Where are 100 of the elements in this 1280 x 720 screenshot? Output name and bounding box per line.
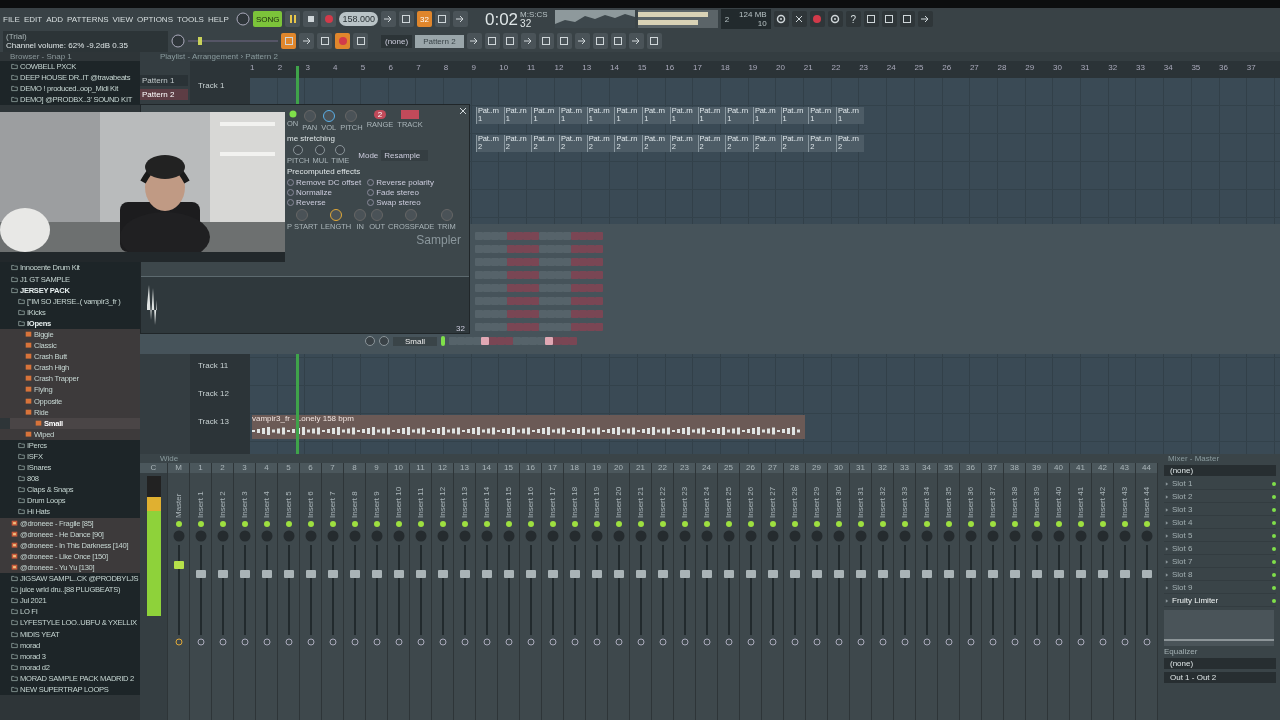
active-light[interactable] [989, 521, 996, 527]
route-icon[interactable] [790, 638, 799, 646]
mixer-strip[interactable]: 31 Insert 31 [850, 463, 872, 720]
knob[interactable] [315, 145, 326, 155]
active-light[interactable] [615, 521, 622, 527]
track-button[interactable] [401, 110, 419, 119]
mixer-strip[interactable]: 44 Insert 44 [1136, 463, 1158, 720]
fader-handle[interactable] [481, 569, 492, 578]
route-icon[interactable] [812, 638, 821, 646]
fader-handle[interactable] [503, 569, 514, 578]
fader-handle[interactable] [569, 569, 580, 578]
mixer-strip[interactable]: 23 Insert 23 [674, 463, 696, 720]
menu-item[interactable]: PATTERNS [67, 14, 109, 24]
slot-light[interactable] [1272, 546, 1276, 551]
effect-slot[interactable]: Slot 7 [1164, 556, 1276, 568]
fader-handle[interactable] [723, 569, 734, 578]
effect-option[interactable]: Remove DC offset [287, 178, 362, 187]
effect-option[interactable]: Swap stereo [367, 198, 435, 207]
effect-slot[interactable]: Slot 1 [1164, 478, 1276, 490]
route-icon[interactable] [218, 638, 227, 646]
slot-light[interactable] [1272, 481, 1276, 486]
active-light[interactable] [307, 521, 314, 527]
mixer-strip[interactable]: 34 Insert 34 [916, 463, 938, 720]
track-name[interactable]: Track 12 [198, 389, 229, 398]
slot-light[interactable] [1272, 520, 1276, 525]
route-icon[interactable] [966, 638, 975, 646]
active-light[interactable] [483, 521, 490, 527]
route-icon[interactable] [856, 638, 865, 646]
active-light[interactable] [1143, 521, 1150, 527]
toolbar-button[interactable] [628, 33, 644, 49]
mixer-strip[interactable]: 22 Insert 22 [652, 463, 674, 720]
active-light[interactable] [417, 521, 424, 527]
route-icon[interactable] [262, 638, 271, 646]
route-icon[interactable] [834, 638, 843, 646]
input-dropdown[interactable]: (none) [1164, 465, 1276, 476]
mixer-strip[interactable]: 2 Insert 2 [212, 463, 234, 720]
fader-handle[interactable] [437, 569, 448, 578]
mixer-strip[interactable]: 39 Insert 39 [1026, 463, 1048, 720]
menu-item[interactable]: OPTIONS [136, 14, 173, 24]
route-icon[interactable] [768, 638, 777, 646]
mixer-strip[interactable]: 7 Insert 7 [322, 463, 344, 720]
fader-handle[interactable] [591, 569, 602, 578]
route-icon[interactable] [196, 638, 205, 646]
fader-handle[interactable] [283, 569, 294, 578]
channel-select-light[interactable] [441, 336, 445, 346]
fader-handle[interactable] [1119, 569, 1130, 578]
fader-handle[interactable] [349, 569, 360, 578]
track-name[interactable]: Track 1 [198, 81, 225, 90]
mixer-strip[interactable]: 36 Insert 36 [960, 463, 982, 720]
active-light[interactable] [879, 521, 886, 527]
fader-handle[interactable] [635, 569, 646, 578]
knob[interactable] [293, 145, 304, 155]
active-light[interactable] [791, 521, 798, 527]
fader-handle[interactable] [833, 569, 844, 578]
route-icon[interactable] [658, 638, 667, 646]
song-mode-button[interactable]: SONG [252, 11, 283, 27]
route-icon[interactable] [922, 638, 931, 646]
slot-light[interactable] [1272, 572, 1276, 577]
active-light[interactable] [329, 521, 336, 527]
route-icon[interactable] [900, 638, 909, 646]
active-light[interactable] [681, 521, 688, 527]
mixer-strip[interactable]: 13 Insert 13 [454, 463, 476, 720]
route-icon[interactable] [460, 638, 469, 646]
menu-item[interactable]: EDIT [23, 14, 43, 24]
channel-selector[interactable]: (none) [381, 34, 413, 48]
route-icon[interactable] [724, 638, 733, 646]
active-light[interactable] [263, 521, 270, 527]
mixer-strip[interactable]: 20 Insert 20 [608, 463, 630, 720]
step-pad[interactable] [489, 337, 497, 345]
fader-handle[interactable] [701, 569, 712, 578]
fader-handle[interactable] [613, 569, 624, 578]
route-icon[interactable] [878, 638, 887, 646]
route-icon[interactable] [746, 638, 755, 646]
mixer-strip[interactable]: 4 Insert 4 [256, 463, 278, 720]
fader-handle[interactable] [173, 561, 184, 570]
route-icon[interactable] [438, 638, 447, 646]
active-light[interactable] [1077, 521, 1084, 527]
play-button[interactable] [285, 11, 301, 27]
help-button[interactable]: ? [845, 11, 861, 27]
route-icon[interactable] [394, 638, 403, 646]
toolbar-button[interactable] [574, 33, 590, 49]
route-icon[interactable] [548, 638, 557, 646]
menu-item[interactable]: VIEW [112, 14, 133, 24]
slider-thumb[interactable] [198, 37, 203, 45]
mixer-strip[interactable]: 41 Insert 41 [1070, 463, 1092, 720]
toolbar-button[interactable] [610, 33, 626, 49]
mixer-strip[interactable]: 16 Insert 16 [520, 463, 542, 720]
active-light[interactable] [725, 521, 732, 527]
active-light[interactable] [285, 521, 292, 527]
active-light[interactable] [1033, 521, 1040, 527]
fader-handle[interactable] [393, 569, 404, 578]
route-icon[interactable] [988, 638, 997, 646]
mixer-strip[interactable]: 43 Insert 43 [1114, 463, 1136, 720]
fader-handle[interactable] [1141, 569, 1152, 578]
toolbar-button[interactable] [381, 11, 396, 27]
fader-handle[interactable] [239, 569, 250, 578]
route-icon[interactable] [1032, 638, 1041, 646]
active-light[interactable] [241, 521, 248, 527]
active-light[interactable] [901, 521, 908, 527]
effect-slot[interactable]: Slot 5 [1164, 530, 1276, 542]
